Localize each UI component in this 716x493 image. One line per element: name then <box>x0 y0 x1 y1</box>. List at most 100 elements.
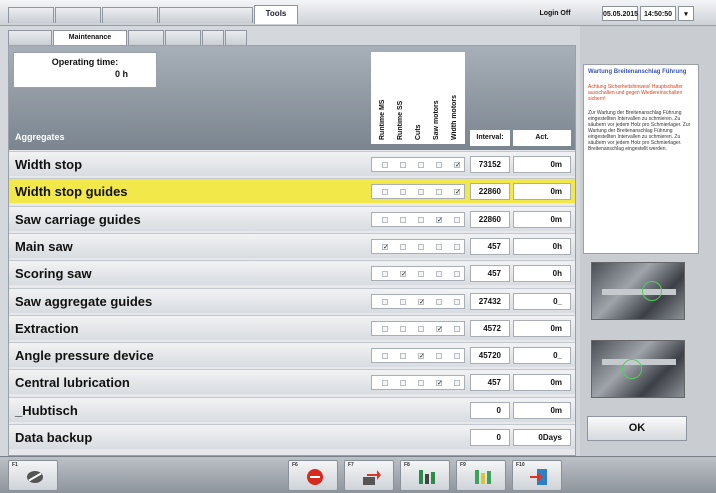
f7-button[interactable]: F7 <box>344 460 394 491</box>
table-row[interactable]: _Hubtisch 0 0m <box>9 396 575 422</box>
chevron-down-icon[interactable]: ▾ <box>678 6 694 21</box>
subtab-6[interactable] <box>225 30 247 45</box>
interval-value[interactable]: 45720 <box>470 347 510 365</box>
trigger-checkbox[interactable] <box>400 325 406 332</box>
interval-value[interactable]: 22860 <box>470 183 510 201</box>
f8-button[interactable]: F8 <box>400 460 450 491</box>
trigger-checkbox[interactable] <box>400 189 406 196</box>
interval-value[interactable]: 27432 <box>470 292 510 310</box>
trigger-checkbox[interactable] <box>454 298 460 305</box>
trigger-checkbox[interactable] <box>418 189 424 196</box>
trigger-checkbox[interactable] <box>418 325 424 332</box>
tab-1[interactable] <box>8 7 54 23</box>
trigger-checkbox[interactable] <box>382 298 388 305</box>
trigger-checkbox[interactable] <box>382 216 388 223</box>
interval-value[interactable]: 457 <box>470 237 510 255</box>
trigger-checkbox[interactable] <box>400 162 406 168</box>
trigger-checkbox[interactable] <box>418 380 424 387</box>
trigger-checkbox[interactable]: ✓ <box>400 271 407 278</box>
f6-button[interactable]: F6 <box>288 460 338 491</box>
trigger-checkbox[interactable]: ✓ <box>454 189 461 196</box>
trigger-checkbox[interactable] <box>382 189 388 196</box>
interval-value[interactable]: 4572 <box>470 319 510 337</box>
table-row[interactable]: Angle pressure device ✓ 45720 0_ <box>9 342 575 368</box>
trigger-checkbox[interactable] <box>436 243 442 250</box>
interval-value[interactable]: 73152 <box>470 156 510 173</box>
f1-button[interactable]: F1 <box>8 460 58 491</box>
actual-value: 0Days <box>513 429 571 446</box>
col-cuts: Cuts <box>415 124 422 140</box>
aggregate-name: Saw aggregate guides <box>15 293 153 309</box>
table-row[interactable]: Main saw ✓ 457 0h <box>9 232 575 258</box>
actual-value: 0m <box>513 319 571 337</box>
subtab-1[interactable] <box>8 30 52 45</box>
trigger-checkbox[interactable] <box>382 271 388 278</box>
table-row[interactable]: Data backup 0 0Days <box>9 424 575 449</box>
aggregate-name: _Hubtisch <box>15 402 78 418</box>
subtab-3[interactable] <box>128 30 164 45</box>
tab-4[interactable] <box>159 7 253 23</box>
subtab-5[interactable] <box>202 30 224 45</box>
trigger-checkbox[interactable] <box>418 216 424 223</box>
ok-button[interactable]: OK <box>587 416 687 441</box>
table-row[interactable]: Saw aggregate guides ✓ 27432 0_ <box>9 287 575 313</box>
trigger-checkbox[interactable] <box>454 243 460 250</box>
trigger-checkbox[interactable] <box>436 353 442 360</box>
interval-value[interactable]: 457 <box>470 265 510 283</box>
trigger-checkbox[interactable]: ✓ <box>454 162 461 169</box>
tab-3[interactable] <box>102 7 158 23</box>
trigger-checkbox[interactable] <box>436 189 442 196</box>
f7-label: F7 <box>348 462 354 468</box>
f1-label: F1 <box>12 462 18 468</box>
trigger-checkbox[interactable] <box>382 353 388 360</box>
pen-icon <box>27 471 43 483</box>
table-row[interactable]: Extraction ✓ 4572 0m <box>9 314 575 340</box>
table-row[interactable]: Width stop ✓ 73152 0m <box>9 151 575 176</box>
subtab-maintenance[interactable]: Maintenance <box>53 30 127 45</box>
trigger-checkbox[interactable] <box>400 353 406 360</box>
interval-value[interactable]: 22860 <box>470 210 510 228</box>
table-row[interactable]: Saw carriage guides ✓ 22860 0m <box>9 205 575 231</box>
trigger-checkbox[interactable]: ✓ <box>382 243 389 251</box>
trigger-checkbox[interactable] <box>382 325 388 332</box>
trigger-checkbox[interactable] <box>436 162 442 168</box>
trigger-checkbox[interactable]: ✓ <box>436 216 443 224</box>
trigger-checkbox[interactable] <box>436 298 442 305</box>
table-row[interactable]: Width stop guides ✓ 22860 0m <box>9 178 575 204</box>
interval-value[interactable]: 0 <box>470 429 510 446</box>
trigger-checkbox[interactable] <box>400 380 406 387</box>
trigger-checkbox[interactable] <box>454 353 460 360</box>
f10-button[interactable]: F10 <box>512 460 562 491</box>
tab-2[interactable] <box>55 7 101 23</box>
trigger-checkbox[interactable] <box>418 243 424 250</box>
column-headers: Runtime MS Runtime SS Cuts Saw motors Wi… <box>371 52 465 144</box>
trigger-checkbox[interactable] <box>382 380 388 387</box>
trigger-checkbox[interactable] <box>418 271 424 278</box>
trigger-checkbox[interactable] <box>436 271 442 278</box>
trigger-checkbox[interactable] <box>454 271 460 278</box>
f9-button[interactable]: F9 <box>456 460 506 491</box>
trigger-checkbox[interactable]: ✓ <box>436 380 443 387</box>
interval-value[interactable]: 457 <box>470 374 510 392</box>
aggregate-name: Central lubrication <box>15 375 130 391</box>
trigger-checkbox[interactable] <box>418 162 424 168</box>
login-status[interactable]: Login Off <box>530 6 580 21</box>
table-row[interactable]: Central lubrication ✓ 457 0m <box>9 369 575 395</box>
subtab-4[interactable] <box>165 30 201 45</box>
trigger-checkbox[interactable] <box>454 216 460 223</box>
trigger-checkbox[interactable]: ✓ <box>418 298 425 306</box>
aggregate-name: Angle pressure device <box>15 348 154 364</box>
trigger-checkbox[interactable] <box>400 216 406 223</box>
exit-icon <box>530 469 547 485</box>
trigger-checkbox[interactable] <box>400 298 406 305</box>
actual-value: 0m <box>513 401 571 419</box>
interval-value[interactable]: 0 <box>470 401 510 419</box>
table-row[interactable]: Scoring saw ✓ 457 0h <box>9 260 575 286</box>
trigger-checkbox[interactable]: ✓ <box>418 353 425 360</box>
trigger-checkbox[interactable] <box>382 162 388 168</box>
trigger-checkbox[interactable] <box>454 325 460 332</box>
trigger-checkbox[interactable] <box>454 380 460 387</box>
tab-tools[interactable]: Tools <box>254 5 298 24</box>
trigger-checkbox[interactable]: ✓ <box>436 325 443 333</box>
trigger-checkbox[interactable] <box>400 243 406 250</box>
